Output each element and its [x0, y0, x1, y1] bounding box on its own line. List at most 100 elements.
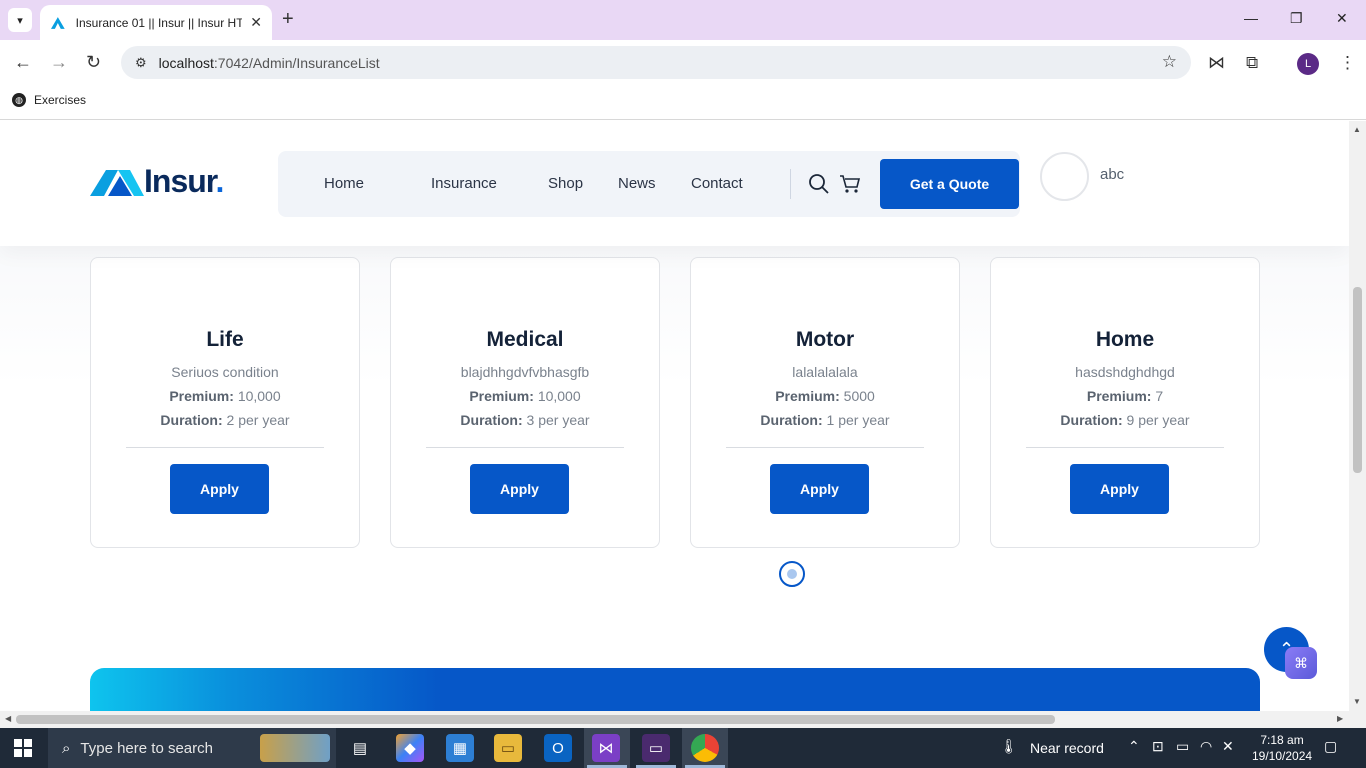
- bookmark-exercises[interactable]: ◍ Exercises: [12, 93, 86, 107]
- bookmarks-bar: ◍ Exercises: [0, 86, 1366, 120]
- username[interactable]: abc: [1100, 166, 1124, 183]
- windows-start-icon[interactable]: [14, 739, 32, 757]
- card-divider: [426, 447, 624, 448]
- user-avatar[interactable]: [1040, 152, 1089, 201]
- menu-kebab-icon[interactable]: ⋮: [1339, 53, 1356, 73]
- scroll-right-arrow-icon[interactable]: ▶: [1337, 714, 1343, 723]
- search-icon[interactable]: [808, 173, 830, 195]
- page-viewport: Insur. Home Insurance Shop News Contact …: [0, 121, 1349, 711]
- nav-contact[interactable]: Contact: [691, 175, 743, 192]
- taskbar-search-placeholder: Type here to search: [80, 739, 213, 757]
- card-title: Life: [206, 328, 244, 351]
- logo-mark-icon: [90, 169, 144, 196]
- volume-muted-icon[interactable]: ✕: [1222, 738, 1234, 755]
- card-premium: Premium: 5000: [775, 388, 875, 404]
- apply-button[interactable]: Apply: [770, 464, 869, 514]
- apply-button[interactable]: Apply: [1070, 464, 1169, 514]
- profile-avatar[interactable]: L: [1297, 53, 1319, 75]
- forward-arrow-icon[interactable]: →: [50, 52, 68, 73]
- globe-icon: ◍: [12, 93, 26, 107]
- carousel-dot-active[interactable]: [779, 561, 805, 587]
- device-icon[interactable]: ⊡: [1152, 738, 1164, 755]
- vertical-scroll-thumb[interactable]: [1353, 287, 1362, 473]
- card-duration: Duration: 9 per year: [1060, 412, 1190, 428]
- site-logo[interactable]: Insur.: [90, 163, 224, 200]
- site-header: Insur. Home Insurance Shop News Contact …: [0, 121, 1349, 246]
- card-premium: Premium: 10,000: [169, 388, 281, 404]
- search-icon: ⌕: [62, 739, 71, 757]
- nav-shop[interactable]: Shop: [548, 175, 583, 192]
- card-description: blajdhhgdvfvbhasgfb: [460, 364, 590, 380]
- cart-icon[interactable]: [839, 173, 861, 195]
- cta-banner: [90, 668, 1260, 711]
- insur-favicon-icon: [50, 16, 65, 29]
- weather-text[interactable]: Near record: [1030, 740, 1104, 756]
- wifi-icon[interactable]: ◠: [1200, 738, 1212, 755]
- notifications-icon[interactable]: ▢: [1324, 738, 1337, 755]
- insurance-card-home: Home hasdshdghdhgd Premium: 7 Duration: …: [990, 257, 1260, 548]
- bookmark-star-icon[interactable]: ☆: [1162, 52, 1177, 72]
- new-tab-button[interactable]: +: [282, 8, 294, 31]
- tab-close-icon[interactable]: ✕: [250, 14, 262, 31]
- task-view-icon[interactable]: ▤: [346, 734, 374, 762]
- taskbar-clock[interactable]: 7:18 am 19/10/2024: [1252, 732, 1312, 764]
- horizontal-scroll-thumb[interactable]: [16, 715, 1055, 724]
- browser-tab-strip: ▾ Insurance 01 || Insur || Insur HTML ✕ …: [0, 0, 1366, 40]
- scroll-down-arrow-icon[interactable]: ▼: [1353, 697, 1361, 706]
- taskbar-search[interactable]: ⌕ Type here to search: [48, 728, 336, 768]
- visual-studio-icon[interactable]: ⋈: [592, 734, 620, 762]
- carousel-dot-inner: [787, 569, 797, 579]
- url-path: :7042/Admin/InsuranceList: [213, 54, 380, 71]
- outlook-icon[interactable]: O: [544, 734, 572, 762]
- card-premium: Premium: 7: [1086, 388, 1164, 404]
- vs-extension-icon[interactable]: ⋈: [1208, 53, 1225, 73]
- scroll-left-arrow-icon[interactable]: ◀: [5, 714, 11, 723]
- restore-icon[interactable]: ❐: [1290, 10, 1303, 27]
- apply-button[interactable]: Apply: [170, 464, 269, 514]
- get-a-quote-button[interactable]: Get a Quote: [880, 159, 1019, 209]
- card-duration: Duration: 3 per year: [460, 412, 590, 428]
- reload-icon[interactable]: ↻: [86, 52, 101, 73]
- nav-news[interactable]: News: [618, 175, 656, 192]
- browser-tab-active[interactable]: Insurance 01 || Insur || Insur HTML ✕: [40, 5, 272, 40]
- url-host: localhost: [158, 54, 214, 71]
- insurance-card-motor: Motor lalalalalala Premium: 5000 Duratio…: [690, 257, 960, 548]
- file-explorer-icon[interactable]: ▭: [494, 734, 522, 762]
- card-divider: [126, 447, 324, 448]
- store-icon[interactable]: ▦: [446, 734, 474, 762]
- nav-home[interactable]: Home: [324, 175, 364, 192]
- minimize-icon[interactable]: —: [1244, 10, 1258, 26]
- tray-chevron-icon[interactable]: ⌃: [1128, 738, 1140, 755]
- chrome-icon[interactable]: [691, 734, 719, 762]
- main-navigation: Home Insurance Shop News Contact Get a Q…: [278, 151, 1020, 217]
- battery-icon[interactable]: ▭: [1176, 738, 1189, 755]
- card-title: Motor: [795, 328, 855, 351]
- logo-text: Insur.: [144, 163, 224, 199]
- scroll-up-arrow-icon[interactable]: ▲: [1353, 125, 1361, 134]
- site-info-icon[interactable]: ⚙: [135, 55, 147, 71]
- tab-search-button[interactable]: ▾: [8, 8, 32, 32]
- terminal-icon[interactable]: ▭: [642, 734, 670, 762]
- copilot-app-icon[interactable]: ◆: [396, 734, 424, 762]
- insurance-card-medical: Medical blajdhhgdvfvbhasgfb Premium: 10,…: [390, 257, 660, 548]
- close-window-icon[interactable]: ✕: [1336, 10, 1348, 27]
- clock-date: 19/10/2024: [1252, 749, 1313, 763]
- card-divider: [726, 447, 924, 448]
- card-description: lalalalalala: [792, 364, 858, 380]
- card-title: Home: [1095, 328, 1155, 351]
- address-bar[interactable]: ⚙ localhost :7042/Admin/InsuranceList ☆: [121, 46, 1191, 79]
- back-arrow-icon[interactable]: ←: [14, 52, 32, 73]
- card-description: Seriuos condition: [171, 364, 279, 380]
- nav-insurance[interactable]: Insurance: [431, 175, 497, 192]
- extensions-puzzle-icon[interactable]: ⧉: [1246, 53, 1258, 73]
- vertical-scrollbar[interactable]: ▲ ▼: [1349, 121, 1366, 711]
- search-highlight-image: [260, 734, 330, 762]
- card-duration: Duration: 1 per year: [760, 412, 890, 428]
- copilot-icon[interactable]: ⌘: [1285, 647, 1317, 679]
- clock-time: 7:18 am: [1260, 733, 1304, 747]
- thermometer-icon[interactable]: 🌡: [1000, 738, 1018, 755]
- horizontal-scrollbar[interactable]: ◀ ▶: [0, 711, 1349, 728]
- card-premium: Premium: 10,000: [469, 388, 581, 404]
- apply-button[interactable]: Apply: [470, 464, 569, 514]
- card-duration: Duration: 2 per year: [160, 412, 290, 428]
